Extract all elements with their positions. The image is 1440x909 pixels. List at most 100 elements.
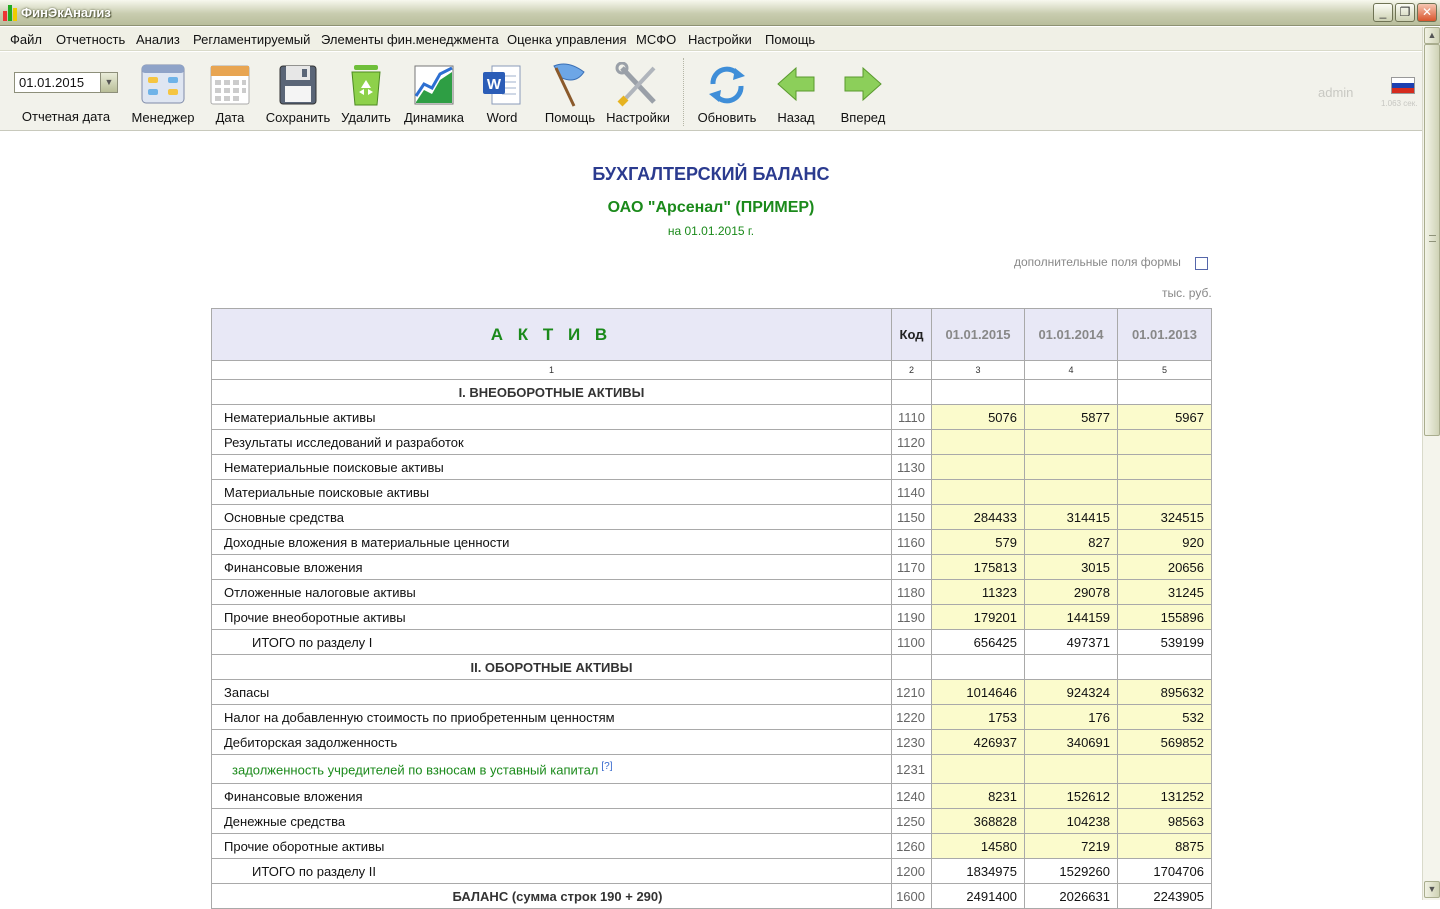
value-cell[interactable]: 5967: [1117, 404, 1212, 430]
minimize-button[interactable]: _: [1373, 3, 1393, 22]
date-button[interactable]: Дата: [193, 58, 267, 128]
value-cell[interactable]: 924324: [1024, 679, 1118, 705]
value-cell[interactable]: 179201: [931, 604, 1025, 630]
russia-flag-icon[interactable]: [1391, 77, 1415, 94]
value-cell[interactable]: 3015: [1024, 554, 1118, 580]
value-cell[interactable]: 8875: [1117, 833, 1212, 859]
table-row: Налог на добавленную стоимость по приобр…: [211, 704, 1212, 730]
scroll-thumb[interactable]: [1424, 44, 1440, 436]
value-cell: 2243905: [1117, 883, 1212, 909]
report-date: на 01.01.2015 г.: [667, 224, 755, 238]
save-button[interactable]: Сохранить: [261, 58, 335, 128]
scroll-up-icon[interactable]: ▲: [1424, 27, 1440, 44]
row-name: БАЛАНС (сумма строк 190 + 290): [211, 883, 892, 909]
value-cell: 1704706: [1117, 858, 1212, 884]
value-cell[interactable]: [931, 754, 1025, 784]
value-cell[interactable]: 5076: [931, 404, 1025, 430]
value-cell[interactable]: 368828: [931, 808, 1025, 834]
settings-label: Настройки: [606, 110, 670, 125]
value-cell[interactable]: [1117, 479, 1212, 505]
row-name: Прочие внеоборотные активы: [211, 604, 892, 630]
value-cell[interactable]: [931, 454, 1025, 480]
value-cell[interactable]: [1117, 754, 1212, 784]
close-button[interactable]: ✕: [1417, 3, 1437, 22]
value-cell[interactable]: 569852: [1117, 729, 1212, 755]
value-cell[interactable]: 1014646: [931, 679, 1025, 705]
column-number: 4: [1024, 360, 1118, 380]
value-cell[interactable]: [1024, 429, 1118, 455]
settings-button[interactable]: Настройки: [601, 58, 675, 128]
value-cell[interactable]: 284433: [931, 504, 1025, 530]
value-cell: [1117, 379, 1212, 405]
restore-button[interactable]: ❐: [1395, 3, 1415, 22]
menu-regulated[interactable]: Регламентируемый: [193, 32, 310, 47]
value-cell[interactable]: 176: [1024, 704, 1118, 730]
table-row: задолженность учредителей по взносам в у…: [211, 754, 1212, 784]
report-date-select[interactable]: 01.01.2015 ▼: [14, 72, 118, 93]
vertical-scrollbar[interactable]: ▲ ▼: [1422, 27, 1440, 900]
back-button[interactable]: Назад: [759, 58, 833, 128]
value-cell[interactable]: 579: [931, 529, 1025, 555]
table-row: БАЛАНС (сумма строк 190 + 290) 1600 249140…: [211, 883, 1212, 909]
menu-file[interactable]: Файл: [10, 32, 42, 47]
scroll-down-icon[interactable]: ▼: [1424, 881, 1440, 898]
save-label: Сохранить: [265, 110, 331, 125]
value-cell[interactable]: 131252: [1117, 783, 1212, 809]
value-cell[interactable]: [931, 429, 1025, 455]
value-cell[interactable]: [1024, 454, 1118, 480]
dynamics-button[interactable]: Динамика: [397, 58, 471, 128]
menu-ifrs[interactable]: МСФО: [636, 32, 676, 47]
refresh-button[interactable]: Обновить: [690, 58, 764, 128]
value-cell[interactable]: [931, 479, 1025, 505]
value-cell[interactable]: 426937: [931, 729, 1025, 755]
manager-button[interactable]: Менеджер: [126, 58, 200, 128]
help-button[interactable]: Помощь: [533, 58, 607, 128]
menu-settings[interactable]: Настройки: [688, 32, 752, 47]
value-cell[interactable]: 31245: [1117, 579, 1212, 605]
value-cell[interactable]: 175813: [931, 554, 1025, 580]
help-link[interactable]: [?]: [601, 761, 612, 772]
value-cell[interactable]: 14580: [931, 833, 1025, 859]
value-cell[interactable]: [1024, 754, 1118, 784]
extra-fields-checkbox[interactable]: [1195, 257, 1208, 270]
value-cell[interactable]: 1753: [931, 704, 1025, 730]
balance-table: А К Т И В Код 01.01.2015 01.01.2014 01.0…: [211, 308, 1212, 909]
chevron-down-icon[interactable]: ▼: [100, 73, 117, 92]
value-cell[interactable]: 324515: [1117, 504, 1212, 530]
value-cell[interactable]: 8231: [931, 783, 1025, 809]
menu-reporting[interactable]: Отчетность: [56, 32, 125, 47]
row-name: Налог на добавленную стоимость по приобр…: [211, 704, 892, 730]
value-cell[interactable]: 11323: [931, 579, 1025, 605]
row-name-text: II. ОБОРОТНЫЕ АКТИВЫ: [470, 659, 633, 675]
menu-analysis[interactable]: Анализ: [136, 32, 180, 47]
value-cell[interactable]: [1024, 479, 1118, 505]
value-cell[interactable]: 152612: [1024, 783, 1118, 809]
row-name: Запасы: [211, 679, 892, 705]
column-number: 1: [211, 360, 892, 380]
value-cell[interactable]: 98563: [1117, 808, 1212, 834]
menu-help[interactable]: Помощь: [765, 32, 815, 47]
value-cell[interactable]: 144159: [1024, 604, 1118, 630]
header-date-2: 01.01.2014: [1024, 308, 1118, 361]
app-logo-icon: [3, 5, 17, 21]
menu-management-assessment[interactable]: Оценка управления: [507, 32, 627, 47]
value-cell[interactable]: 314415: [1024, 504, 1118, 530]
value-cell[interactable]: 340691: [1024, 729, 1118, 755]
value-cell[interactable]: [1117, 429, 1212, 455]
value-cell[interactable]: 827: [1024, 529, 1118, 555]
value-cell[interactable]: 895632: [1117, 679, 1212, 705]
menu-fin-management[interactable]: Элементы фин.менеджмента: [321, 32, 499, 47]
value-cell[interactable]: 7219: [1024, 833, 1118, 859]
value-cell[interactable]: 155896: [1117, 604, 1212, 630]
table-row: Дебиторская задолженность 1230 426937 34069…: [211, 729, 1212, 755]
value-cell[interactable]: 20656: [1117, 554, 1212, 580]
forward-button[interactable]: Вперед: [826, 58, 900, 128]
value-cell[interactable]: 532: [1117, 704, 1212, 730]
value-cell[interactable]: 29078: [1024, 579, 1118, 605]
value-cell[interactable]: 920: [1117, 529, 1212, 555]
delete-button[interactable]: Удалить: [329, 58, 403, 128]
value-cell[interactable]: [1117, 454, 1212, 480]
word-button[interactable]: W Word: [465, 58, 539, 128]
value-cell[interactable]: 104238: [1024, 808, 1118, 834]
value-cell[interactable]: 5877: [1024, 404, 1118, 430]
